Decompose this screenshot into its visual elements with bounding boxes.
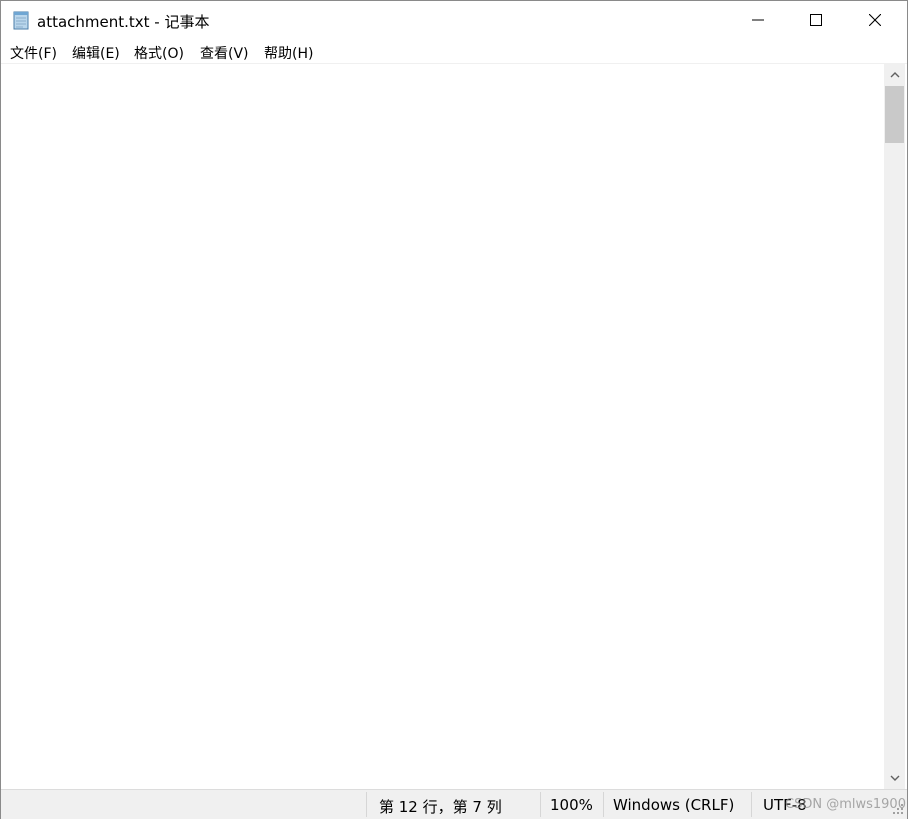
status-separator [540,792,541,817]
status-separator [366,792,367,817]
status-separator [751,792,752,817]
status-separator [603,792,604,817]
notepad-icon [13,11,29,30]
chevron-up-icon [890,72,899,78]
scroll-up-button[interactable] [884,64,905,85]
chevron-down-icon [890,775,899,781]
maximize-icon [810,14,822,26]
zoom-level: 100% [550,796,593,814]
menu-help[interactable]: 帮助(H) [264,43,313,63]
line-ending: Windows (CRLF) [613,796,735,814]
scroll-thumb[interactable] [885,86,904,143]
cursor-position: 第 12 行，第 7 列 [379,798,502,816]
title-bar[interactable]: attachment.txt - 记事本 [1,1,907,39]
window-title: attachment.txt - 记事本 [37,13,210,31]
minimize-icon [752,19,764,21]
scroll-down-button[interactable] [884,768,905,789]
close-button[interactable] [846,1,904,39]
resize-grip-icon[interactable] [893,804,904,815]
minimize-button[interactable] [729,1,787,39]
menu-edit[interactable]: 编辑(E) [72,43,120,63]
close-icon [869,14,881,26]
maximize-button[interactable] [787,1,845,39]
vertical-scrollbar[interactable] [884,64,905,789]
menu-file[interactable]: 文件(F) [10,43,57,63]
menu-format[interactable]: 格式(O) [134,43,184,63]
status-bar: 第 12 行，第 7 列 100% Windows (CRLF) UTF-8 [1,789,907,819]
text-editor[interactable] [1,64,884,789]
menu-view[interactable]: 查看(V) [200,43,249,63]
menu-bar: 文件(F) 编辑(E) 格式(O) 查看(V) 帮助(H) [1,39,907,64]
notepad-window: attachment.txt - 记事本 文件(F) 编辑(E) 格式(O) 查… [0,0,908,819]
watermark-text: CSDN @mlws1900 [785,797,906,812]
